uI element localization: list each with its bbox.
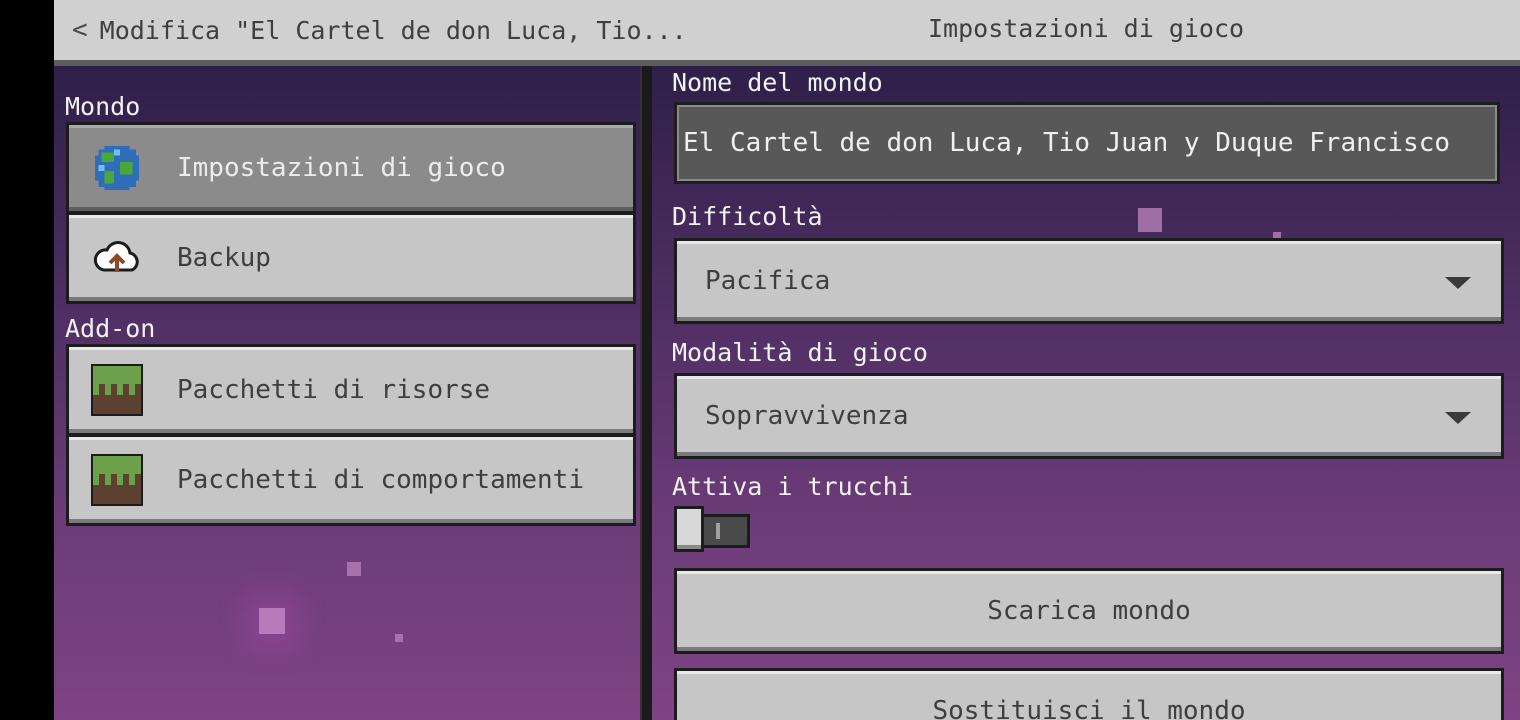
toggle-off-mark (716, 523, 720, 539)
replace-world-button[interactable]: Sostituisci il mondo (674, 668, 1504, 720)
background-particle (395, 634, 403, 642)
page-title: Impostazioni di gioco (928, 14, 1245, 43)
content-area: Mondo Impostazioni di gioco Backup Add-o… (54, 66, 1520, 720)
chevron-down-icon (1445, 277, 1471, 289)
grass-block-icon (91, 364, 143, 416)
sidebar-item-backup[interactable]: Backup (66, 212, 636, 304)
chevron-left-icon: < (72, 15, 88, 45)
world-name-label: Nome del mondo (672, 68, 883, 97)
globe-icon (91, 142, 143, 194)
back-button[interactable]: < Modifica "El Cartel de don Luca, Tio..… (72, 12, 687, 48)
section-label-addons: Add-on (65, 314, 156, 343)
toggle-knob[interactable] (674, 506, 704, 552)
chevron-down-icon (1445, 412, 1471, 424)
gamemode-label: Modalità di gioco (672, 338, 928, 367)
sidebar-item-behavior-packs[interactable]: Pacchetti di comportamenti (66, 434, 636, 526)
sidebar-item-game-settings[interactable]: Impostazioni di gioco (66, 122, 636, 214)
game-settings-screen: < Modifica "El Cartel de don Luca, Tio..… (54, 0, 1520, 720)
cloud-upload-icon (91, 232, 143, 284)
gamemode-value: Sopravvivenza (705, 401, 909, 431)
grass-block-icon (91, 454, 143, 506)
difficulty-dropdown[interactable]: Pacifica (674, 238, 1504, 324)
top-bar: < Modifica "El Cartel de don Luca, Tio..… (54, 0, 1520, 66)
sidebar-item-label: Pacchetti di comportamenti (177, 465, 584, 495)
difficulty-value: Pacifica (705, 266, 831, 296)
sidebar-item-label: Backup (177, 243, 271, 273)
world-name-input[interactable]: El Cartel de don Luca, Tio Juan y Duque … (674, 102, 1500, 184)
background-particle (347, 562, 361, 576)
cheats-label: Attiva i trucchi (672, 472, 913, 501)
section-label-world: Mondo (65, 92, 141, 121)
background-particle (259, 608, 285, 634)
background-particle (1138, 208, 1162, 232)
difficulty-label: Difficoltà (672, 202, 823, 231)
cheats-toggle[interactable] (674, 506, 752, 552)
gamemode-dropdown[interactable]: Sopravvivenza (674, 373, 1504, 459)
panel-divider (640, 66, 652, 720)
sidebar-item-label: Pacchetti di risorse (177, 375, 491, 405)
download-world-button[interactable]: Scarica mondo (674, 568, 1504, 654)
sidebar-item-label: Impostazioni di gioco (177, 153, 506, 183)
back-button-label: Modifica "El Cartel de don Luca, Tio... (99, 15, 687, 45)
sidebar-item-resource-packs[interactable]: Pacchetti di risorse (66, 344, 636, 436)
